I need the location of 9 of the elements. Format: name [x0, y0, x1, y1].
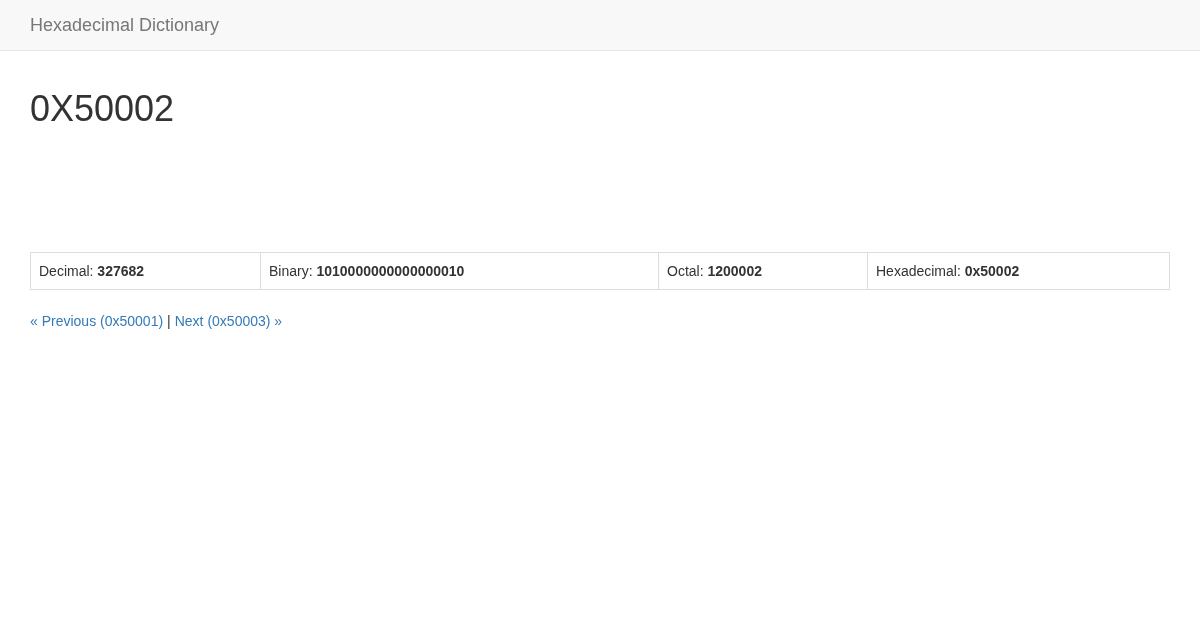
table-cell: Binary: 1010000000000000010 — [260, 252, 659, 290]
table-cell: Octal: 1200002 — [658, 252, 868, 290]
table-cell: Decimal: 327682 — [30, 252, 261, 290]
table-cell: Hexadecimal: 0x50002 — [867, 252, 1170, 290]
page-heading: 0X50002 — [30, 89, 176, 129]
next-link[interactable]: Next (0x50003) » — [174, 311, 283, 331]
brand-link[interactable]: Hexadecimal Dictionary — [30, 14, 220, 36]
previous-link[interactable]: « Previous (0x50001) — [30, 311, 164, 331]
separator: | — [167, 312, 171, 331]
